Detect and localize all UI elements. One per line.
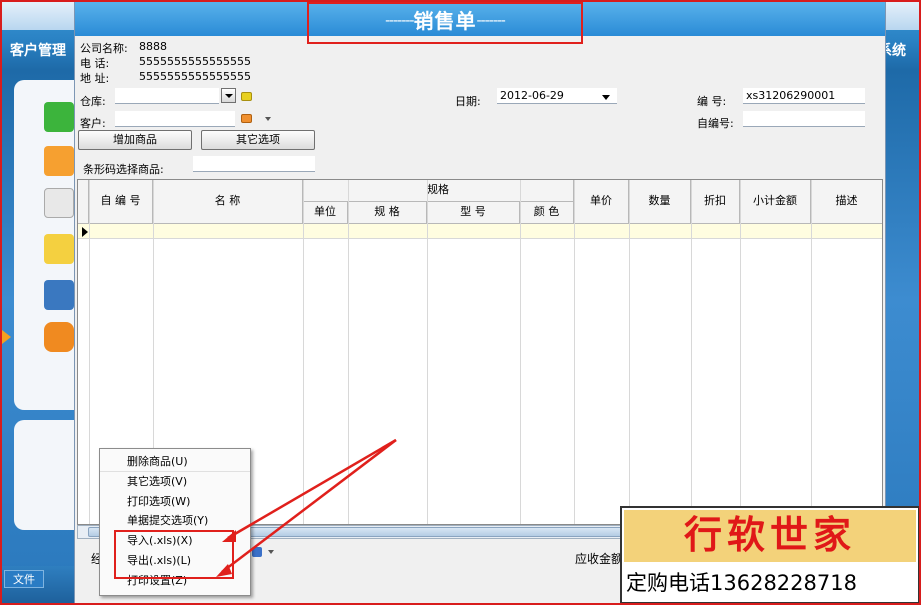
title-dashes-right: ------- — [476, 13, 506, 29]
advertisement-banner: 行软世家 定购电话13628228718 — [620, 506, 920, 604]
customer-picker-icon[interactable] — [241, 114, 252, 123]
annotation-highlight-box — [114, 530, 234, 579]
col-header-subtotal[interactable]: 小计金额 — [740, 180, 811, 224]
ad-phone-text: 定购电话13628228718 — [626, 571, 857, 595]
number-label: 编 号: — [697, 95, 727, 108]
col-header-model[interactable]: 型 号 — [427, 202, 520, 224]
col-header-price[interactable]: 单价 — [574, 180, 629, 224]
grid-active-row[interactable] — [78, 224, 882, 239]
warehouse-label: 仓库: — [80, 95, 106, 108]
grid-col-divider — [427, 180, 428, 524]
bottom-dropdown-arrow-icon[interactable] — [268, 550, 274, 554]
self-number-label: 自编号: — [697, 117, 734, 130]
date-label: 日期: — [455, 95, 481, 108]
col-header-discount[interactable]: 折扣 — [691, 180, 740, 224]
self-number-field[interactable] — [743, 111, 865, 127]
company-address-label: 地 址: — [80, 72, 110, 85]
company-phone-label: 电 话: — [80, 57, 110, 70]
grid-col-divider — [574, 180, 575, 524]
date-picker[interactable]: 2012-06-29 — [497, 88, 617, 104]
col-header-color[interactable]: 颜 色 — [520, 202, 574, 224]
warehouse-dropdown-button[interactable] — [221, 88, 236, 103]
grid-col-divider — [740, 180, 741, 524]
customer-field[interactable] — [115, 111, 235, 127]
notepad-icon[interactable] — [44, 234, 74, 264]
ad-brand-text: 行软世家 — [683, 512, 856, 557]
add-product-button[interactable]: 增加商品 — [78, 130, 192, 150]
title-dashes-left: ------- — [385, 13, 414, 29]
dialog-title: -------销售单------- — [307, 2, 583, 44]
customer-label: 客户: — [80, 117, 106, 130]
col-header-spec-group: 规格 — [303, 180, 574, 202]
col-header-spec[interactable]: 规 格 — [348, 202, 427, 224]
blogger-icon[interactable] — [44, 322, 74, 352]
warehouse-edit-icon[interactable] — [241, 92, 252, 101]
bottom-picker-icon[interactable] — [252, 547, 262, 557]
active-indicator-arrow-icon — [2, 330, 11, 344]
col-header-description[interactable]: 描述 — [811, 180, 882, 224]
grid-col-divider — [303, 180, 304, 524]
receivable-amount-label: 应收金额 — [575, 552, 624, 566]
row-pointer-icon — [82, 227, 88, 237]
play-icon[interactable] — [44, 188, 74, 218]
cubes-icon[interactable] — [44, 102, 74, 132]
date-dropdown-arrow-icon[interactable] — [602, 95, 610, 100]
grid-col-divider — [520, 180, 521, 524]
company-address-value: 5555555555555555 — [139, 70, 251, 83]
menu-item-other-options[interactable]: 其它选项(V) — [100, 472, 250, 492]
background-sidebar-lower — [14, 420, 76, 530]
customer-dropdown-arrow-icon[interactable] — [265, 117, 271, 121]
warehouse-combo[interactable] — [115, 88, 219, 104]
number-field[interactable]: xs31206290001 — [743, 88, 865, 104]
title-text: 销售单 — [413, 9, 477, 33]
grid-col-divider — [691, 180, 692, 524]
company-name-value: 8888 — [139, 40, 167, 53]
menu-item-submit-options[interactable]: 单据提交选项(Y) — [100, 511, 250, 531]
row-header-corner — [78, 180, 89, 224]
menu-item-delete-product[interactable]: 删除商品(U) — [100, 452, 250, 472]
card-icon[interactable] — [44, 280, 74, 310]
barcode-label: 条形码选择商品: — [83, 163, 164, 176]
grid-col-divider — [629, 180, 630, 524]
background-title-left: 客户管理 — [10, 43, 66, 59]
grid-col-divider — [348, 180, 349, 524]
col-header-quantity[interactable]: 数量 — [629, 180, 691, 224]
menu-item-print-options[interactable]: 打印选项(W) — [100, 492, 250, 512]
grid-col-divider — [811, 180, 812, 524]
grid-col-divider — [89, 180, 90, 524]
folder-icon[interactable] — [44, 146, 74, 176]
col-header-self-no[interactable]: 自 编 号 — [89, 180, 153, 224]
file-tab[interactable]: 文件 — [4, 570, 44, 588]
company-name-label: 公司名称: — [80, 42, 128, 55]
company-phone-value: 5555555555555555 — [139, 55, 251, 68]
barcode-input[interactable] — [193, 156, 315, 172]
other-options-button[interactable]: 其它选项 — [201, 130, 315, 150]
col-header-unit[interactable]: 单位 — [303, 202, 348, 224]
col-header-name[interactable]: 名 称 — [153, 180, 303, 224]
